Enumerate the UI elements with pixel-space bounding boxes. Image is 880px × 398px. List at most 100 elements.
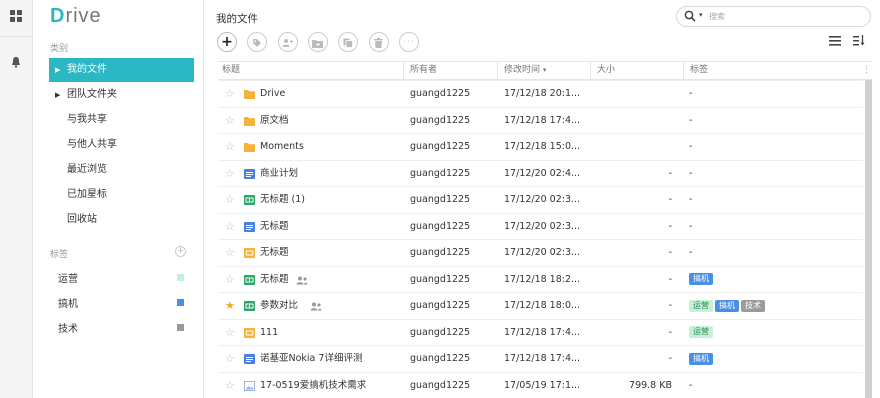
- file-name[interactable]: 无标题 (1): [260, 187, 305, 213]
- search-box[interactable]: ▾ 搜索: [676, 6, 871, 27]
- sidebar-tag-label[interactable]: 运营: [58, 270, 78, 285]
- table-row[interactable]: ☆ Moments guangd1225 17/12/18 15:0... -: [218, 133, 863, 159]
- column-header-modified[interactable]: 修改时间 ▾: [497, 61, 546, 80]
- file-name[interactable]: 商业计划: [260, 161, 298, 187]
- new-icon: +: [221, 34, 233, 50]
- image-icon: [244, 380, 255, 391]
- no-tags: -: [689, 167, 693, 179]
- tag-badge[interactable]: 运营: [689, 326, 713, 338]
- file-owner: guangd1225: [410, 247, 471, 258]
- file-name[interactable]: Moments: [260, 134, 304, 160]
- sidebar-tag-label[interactable]: 技术: [58, 320, 78, 335]
- list-view-icon[interactable]: [829, 36, 841, 46]
- no-tags: -: [689, 114, 693, 126]
- table-row[interactable]: ☆ 商业计划 guangd1225 17/12/20 02:4... - -: [218, 159, 863, 187]
- tag-badge[interactable]: 搞机: [689, 273, 713, 285]
- file-name[interactable]: Drive: [260, 81, 285, 107]
- star-icon[interactable]: ☆: [225, 140, 235, 153]
- file-name[interactable]: 无标题: [260, 267, 289, 293]
- table-row[interactable]: ☆ 无标题 guangd1225 17/12/20 02:3... - -: [218, 212, 863, 240]
- sidebar-item-6[interactable]: 回收站: [49, 208, 194, 232]
- caret-right-icon: ▶: [55, 66, 61, 74]
- sidebar-item-2[interactable]: 与我共享: [49, 108, 194, 132]
- star-icon[interactable]: ☆: [225, 246, 235, 259]
- file-size: -: [668, 247, 672, 258]
- file-size: -: [668, 194, 672, 205]
- column-options-icon[interactable]: ⋮: [862, 65, 871, 75]
- sidebar-item-4[interactable]: 最近浏览: [49, 158, 194, 182]
- category-heading: 类别: [50, 44, 69, 54]
- bell-icon[interactable]: [10, 56, 22, 68]
- table-row[interactable]: ☆ 诺基亚Nokia 7详细评测 guangd1225 17/12/18 17:4..…: [218, 345, 863, 371]
- sidebar-item-label: 最近浏览: [67, 164, 107, 175]
- star-icon[interactable]: ☆: [225, 114, 235, 127]
- sort-icon[interactable]: [853, 35, 865, 46]
- table-row[interactable]: ☆ Drive guangd1225 17/12/18 20:1... -: [218, 80, 863, 106]
- drive-logo[interactable]: Drive: [50, 5, 102, 28]
- sheet-icon: [244, 301, 255, 311]
- sidebar-item-5[interactable]: 已加星标: [49, 183, 194, 207]
- star-icon[interactable]: ☆: [225, 193, 235, 206]
- drive-app: Drive 类别 ▶ 我的文件 ▶ 团队文件夹与我共享与他人共享最近浏览已加星标回收站…: [0, 0, 880, 398]
- column-header-tags[interactable]: 标签: [683, 61, 708, 80]
- new-button[interactable]: +: [217, 32, 237, 52]
- rail-divider: [0, 36, 33, 37]
- column-header-owner[interactable]: 所有者: [403, 61, 437, 80]
- table-row[interactable]: ☆ 111 guangd1225 17/12/18 17:4... - 运营: [218, 318, 863, 346]
- more-button[interactable]: ···: [398, 32, 419, 52]
- search-scope-dropdown-icon[interactable]: ▾: [699, 11, 703, 19]
- star-icon[interactable]: ☆: [225, 167, 235, 180]
- star-icon[interactable]: ☆: [225, 379, 235, 392]
- sidebar-item-3[interactable]: 与他人共享: [49, 133, 194, 157]
- search-input[interactable]: 搜索: [709, 11, 725, 22]
- sidebar-item-label: 与我共享: [67, 114, 107, 125]
- file-owner: guangd1225: [410, 141, 471, 152]
- file-name[interactable]: 诺基亚Nokia 7详细评测: [260, 346, 362, 372]
- add-tag-icon[interactable]: +: [175, 246, 186, 257]
- file-name[interactable]: 17-0519爱搞机技术需求: [260, 373, 366, 398]
- folder-icon: [244, 142, 255, 152]
- delete-icon: [374, 37, 383, 55]
- file-name[interactable]: 无标题: [260, 240, 289, 266]
- share-button[interactable]: [277, 32, 298, 52]
- file-name[interactable]: 无标题: [260, 214, 289, 240]
- move-button[interactable]: [307, 32, 328, 52]
- star-icon[interactable]: ☆: [225, 326, 235, 339]
- sidebar-item-label: 回收站: [67, 214, 97, 225]
- star-icon[interactable]: ☆: [225, 273, 235, 286]
- vertical-scrollbar[interactable]: [865, 80, 872, 398]
- star-icon[interactable]: ☆: [225, 352, 235, 365]
- star-icon[interactable]: ☆: [225, 220, 235, 233]
- column-header-name[interactable]: 标题: [222, 61, 240, 80]
- table-row[interactable]: ☆ 无标题 guangd1225 17/12/18 18:2... - 搞机: [218, 265, 863, 293]
- table-row[interactable]: ★ 参数对比 guangd1225 17/12/18 18:0... - 运营 搞机 技术: [218, 292, 863, 318]
- star-icon[interactable]: ★: [225, 299, 235, 312]
- file-name[interactable]: 原文档: [260, 108, 289, 134]
- file-name[interactable]: 参数对比: [260, 293, 298, 319]
- file-tags: -: [689, 240, 692, 266]
- file-tags: 运营: [689, 320, 715, 346]
- table-row[interactable]: ☆ 无标题 guangd1225 17/12/20 02:3... - -: [218, 239, 863, 265]
- delete-button[interactable]: [368, 32, 389, 55]
- sidebar-item-1[interactable]: ▶ 团队文件夹: [49, 83, 194, 107]
- tag-color-swatch: [177, 299, 184, 306]
- copy-icon: [343, 37, 354, 55]
- table-row[interactable]: ☆ 17-0519爱搞机技术需求 guangd1225 17/05/19 17:1..…: [218, 371, 863, 398]
- tag-badge[interactable]: 运营: [689, 299, 713, 312]
- tag-icon: [252, 37, 262, 55]
- column-header-size[interactable]: 大小: [590, 61, 615, 80]
- table-row[interactable]: ☆ 无标题 (1) guangd1225 17/12/20 02:3... - -: [218, 186, 863, 212]
- file-name[interactable]: 111: [260, 320, 278, 346]
- tag-badge[interactable]: 搞机: [689, 352, 713, 365]
- sidebar-item-0[interactable]: ▶ 我的文件: [49, 58, 194, 82]
- file-owner: guangd1225: [410, 273, 471, 285]
- file-tags: -: [689, 108, 692, 134]
- apps-grid-icon[interactable]: [10, 10, 22, 22]
- tag-badge[interactable]: 搞机: [715, 299, 739, 312]
- file-modified: 17/12/18 18:2...: [504, 273, 581, 285]
- sidebar-item-label: 我的文件: [67, 64, 107, 75]
- tag-badge[interactable]: 技术: [741, 299, 765, 312]
- star-icon[interactable]: ☆: [225, 87, 235, 100]
- table-row[interactable]: ☆ 原文档 guangd1225 17/12/18 17:4... -: [218, 106, 863, 134]
- sidebar-tag-label[interactable]: 搞机: [58, 295, 78, 310]
